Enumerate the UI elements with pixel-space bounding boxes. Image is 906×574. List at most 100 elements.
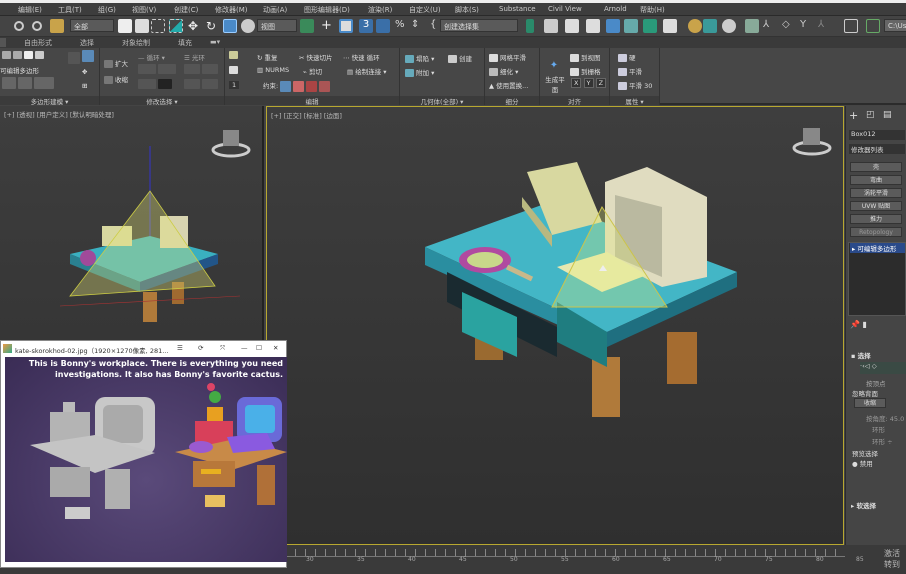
selection-filter-dropdown[interactable]: 全部	[70, 19, 114, 32]
rotate-icon[interactable]: ⟳	[198, 344, 203, 352]
ring-button[interactable]: 光环	[192, 54, 205, 62]
use-displacement-button[interactable]: 使用置换...	[496, 82, 528, 90]
project-path-field[interactable]: C:\Us	[884, 19, 906, 32]
shrink-button[interactable]: 收缩	[115, 76, 128, 84]
modifier-button-turbosmooth[interactable]: 涡轮平滑	[850, 188, 902, 198]
schematic-view-icon[interactable]	[643, 19, 657, 33]
hard-button[interactable]: 硬	[629, 54, 636, 62]
nurms-button[interactable]: NURMS	[265, 66, 289, 74]
constraint-face-icon[interactable]	[306, 80, 318, 92]
angle-value[interactable]: 45.0	[890, 415, 904, 423]
mirror-icon[interactable]	[526, 19, 534, 33]
arnold-icon-3[interactable]: ◇	[782, 19, 796, 33]
named-selection-dropdown[interactable]: 创建选择集	[440, 19, 518, 32]
create-tab-icon[interactable]: +	[849, 109, 858, 122]
layer-explorer-icon[interactable]	[586, 19, 600, 33]
menu-icon[interactable]: ☰	[177, 344, 183, 352]
arnold-icon-2[interactable]: ⅄	[763, 19, 777, 33]
menu-tools[interactable]: 工具(T)	[58, 5, 82, 15]
editable-poly-label[interactable]: 可编辑多边形	[0, 65, 39, 75]
minimize-icon[interactable]: —	[241, 344, 248, 352]
loop-selection-button[interactable]: 环形 ÷	[872, 436, 893, 446]
pivot-icon[interactable]	[300, 19, 314, 33]
snap-toggle-icon[interactable]: 3	[359, 19, 373, 33]
maximize-icon[interactable]: ☐	[256, 344, 262, 352]
meshsmooth-button[interactable]: 网格平滑	[500, 54, 526, 62]
percent-snap-icon[interactable]: %	[395, 19, 409, 33]
edit-spinner[interactable]: 1	[229, 81, 240, 89]
subobject-levels[interactable]: ·‹◁ ◇	[860, 362, 906, 374]
modifier-button-shell[interactable]: 壳	[850, 162, 902, 172]
link-icon[interactable]	[14, 21, 24, 31]
select-by-name-icon[interactable]	[135, 19, 149, 33]
window-crossing-icon[interactable]	[169, 19, 183, 33]
ribbon-tab-freeform[interactable]: 自由形式	[24, 38, 52, 48]
constraint-none-icon[interactable]	[280, 80, 292, 92]
pin-stack-icon[interactable]: 📌 ▮	[850, 320, 867, 329]
keyboard-shortcut-icon[interactable]	[339, 19, 353, 33]
swiftloop-button[interactable]: 快速 循环	[352, 54, 380, 62]
select-object-icon[interactable]	[118, 19, 132, 33]
modify-tab-icon[interactable]: ◰	[866, 110, 875, 120]
to-view-button[interactable]: 到视图	[581, 54, 601, 62]
modifier-button-uvw-map[interactable]: UVW 贴图	[850, 201, 902, 211]
quickslice-button[interactable]: 快速切片	[307, 54, 333, 62]
workspace-icon[interactable]	[866, 19, 880, 33]
create-button[interactable]: 创建	[459, 55, 472, 63]
scene-explorer-icon[interactable]	[565, 19, 579, 33]
constraint-normal-icon[interactable]	[319, 80, 331, 92]
modifier-list-dropdown[interactable]: 修改器列表	[849, 144, 905, 154]
rotate-icon[interactable]: ↻	[206, 19, 220, 33]
menu-scripting[interactable]: 脚本(S)	[455, 5, 479, 15]
tessellate-button[interactable]: 细化	[500, 68, 513, 76]
selection-rollout[interactable]: ▪ 选择	[851, 350, 871, 360]
image-viewer-window[interactable]: kate-skorokhod-02.jpg（1920×1270像素, 281..…	[0, 340, 287, 568]
menu-rendering[interactable]: 渲染(R)	[368, 5, 392, 15]
smooth30-button[interactable]: 平滑 30	[629, 82, 652, 90]
menu-create[interactable]: 创建(C)	[174, 5, 198, 15]
menu-arnold[interactable]: Arnold	[604, 5, 627, 13]
menu-views[interactable]: 视图(V)	[132, 5, 156, 15]
constraint-edge-icon[interactable]	[293, 80, 305, 92]
ignore-backfacing-checkbox[interactable]: 忽略背面	[852, 388, 878, 398]
align-icon[interactable]	[544, 19, 558, 33]
modifier-button-push[interactable]: 推力	[850, 214, 902, 224]
arnold-icon-5[interactable]: ⅄	[818, 19, 832, 33]
spinner-snap-icon[interactable]: ⇕	[411, 19, 425, 33]
ribbon-tab-object-paint[interactable]: 对象绘制	[122, 38, 150, 48]
object-name-field[interactable]: Box012	[849, 130, 905, 140]
align-y-button[interactable]: Y	[583, 78, 594, 88]
repeat-button[interactable]: 重复	[265, 54, 278, 62]
toggle-ribbon-icon[interactable]	[606, 19, 620, 33]
render-setup-icon[interactable]	[688, 19, 702, 33]
menu-edit[interactable]: 编辑(E)	[18, 5, 42, 15]
menu-modifiers[interactable]: 修改器(M)	[215, 5, 248, 15]
unlink-icon[interactable]	[32, 21, 42, 31]
by-vertex-checkbox[interactable]: 按顶点	[866, 378, 886, 388]
rendered-frame-icon[interactable]	[703, 19, 717, 33]
paint-connect-button[interactable]: 绘制连接	[355, 68, 381, 76]
menu-customize[interactable]: 自定义(U)	[409, 5, 441, 15]
reference-coord-dropdown[interactable]: 视图	[257, 19, 297, 32]
bind-space-warp-icon[interactable]	[50, 19, 64, 33]
loop-button[interactable]: 循环	[147, 54, 160, 62]
move-icon[interactable]: ✥	[188, 19, 202, 33]
collapse-button[interactable]: 塌陷	[416, 55, 429, 63]
preview-disable-radio[interactable]: ● 禁用	[852, 458, 873, 468]
arnold-icon-4[interactable]: Y	[800, 19, 814, 33]
grow-button[interactable]: 扩大	[115, 60, 128, 68]
placement-icon[interactable]	[241, 19, 255, 33]
close-icon[interactable]: ✕	[273, 344, 278, 352]
soft-selection-rollout[interactable]: ▸ 软选择	[851, 500, 876, 510]
scale-icon[interactable]	[223, 19, 237, 33]
modifier-button-retopology[interactable]: Retopology	[850, 227, 902, 237]
menu-group[interactable]: 组(G)	[98, 5, 116, 15]
modifier-button-bend[interactable]: 弯曲	[850, 175, 902, 185]
smooth-button[interactable]: 平滑	[629, 68, 642, 76]
attach-button[interactable]: 附加	[416, 69, 429, 77]
make-planar-button[interactable]: 生成平面	[543, 74, 567, 94]
menu-animation[interactable]: 动画(A)	[263, 5, 287, 15]
to-grid-button[interactable]: 到栅格	[581, 68, 601, 76]
ribbon-tab-modeling[interactable]	[0, 38, 6, 47]
ribbon-tab-selection[interactable]: 选择	[80, 38, 94, 48]
